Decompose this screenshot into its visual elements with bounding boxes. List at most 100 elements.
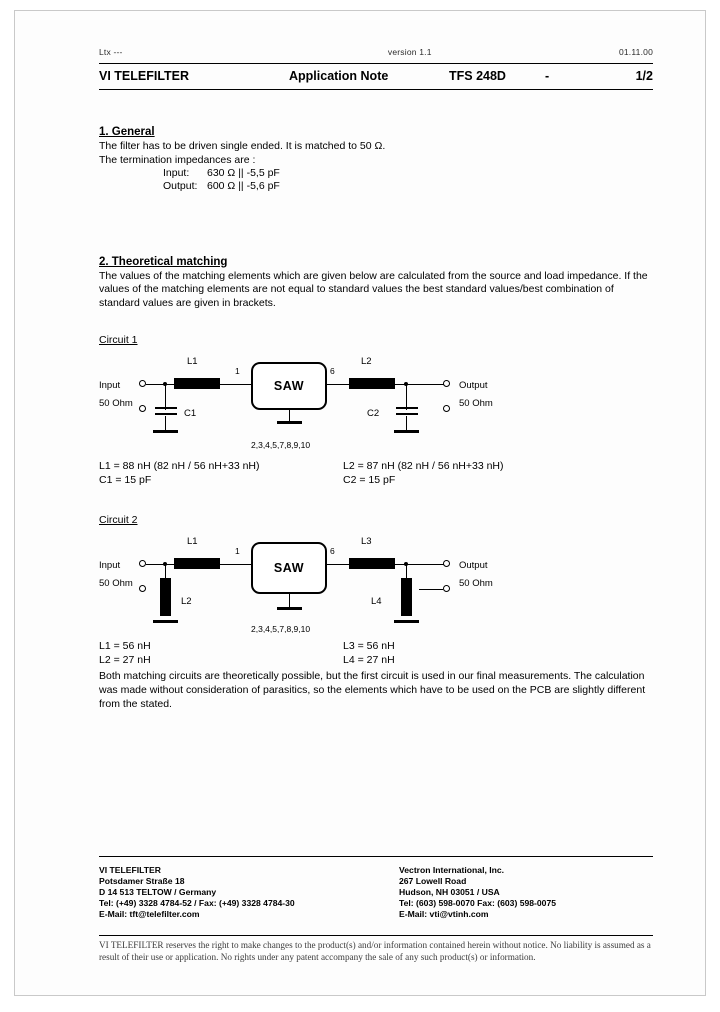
circuit-1-wire-l1-saw	[217, 384, 251, 386]
circuit-2-inductor-l1	[174, 558, 220, 570]
circuit-2-value-l2: L2 = 27 nH	[99, 653, 151, 666]
circuit-2-value-l3: L3 = 56 nH	[343, 640, 395, 653]
header-title-row: VI TELEFILTER Application Note TFS 248D …	[99, 64, 653, 89]
circuit-1-saw-device: SAW	[251, 362, 327, 411]
circuit-1-pin-in: 1	[235, 366, 240, 377]
impedance-value-input: 630 Ω || -5,5 pF	[207, 167, 280, 180]
footer-left-line-1: VI TELEFILTER	[99, 865, 161, 875]
header-page-number: 1/2	[635, 69, 653, 83]
circuit-2-input-terminal-top	[139, 560, 146, 568]
circuit-1-pin-out: 6	[330, 366, 335, 377]
circuit-2-wire-saw-l3	[327, 564, 351, 566]
section-2: 2. Theoretical matching The values of th…	[99, 252, 653, 311]
footer: VI TELEFILTER Potsdamer Straße 18 D 14 5…	[99, 865, 653, 920]
footer-left-line-2: Potsdamer Straße 18	[99, 876, 185, 887]
section-2-paragraph: The values of the matching elements whic…	[99, 269, 648, 309]
disclaimer-divider	[99, 935, 653, 936]
circuit-2-value-l1: L1 = 56 nH	[99, 640, 151, 653]
header-divider-bottom	[99, 89, 653, 90]
footer-left-line-3: D 14 513 TELTOW / Germany	[99, 887, 217, 898]
circuit-1-value-l2: L2 = 87 nH (82 nH / 56 nH+33 nH)	[343, 460, 504, 473]
footer-left-line-4: Tel: (+49) 3328 4784-52 / Fax: (+49) 332…	[99, 898, 295, 909]
circuit-1-input-terminal-bottom	[139, 405, 146, 413]
circuit-1-ground-c1	[153, 430, 178, 434]
document-page: Ltx --- version 1.1 01.11.00 VI TELEFILT…	[0, 0, 720, 1012]
closing-paragraph: Both matching circuits are theoretically…	[99, 670, 646, 710]
circuit-1-c1-plate-top	[155, 407, 177, 410]
section-1: 1. General The filter has to be driven s…	[99, 122, 653, 194]
header-doc-type: Application Note	[289, 69, 389, 83]
circuit-2-values-right: L3 = 56 nH L4 = 27 nH	[343, 640, 395, 667]
circuit-2-title: Circuit 2	[99, 514, 138, 527]
header-date: 01.11.00	[618, 47, 653, 57]
impedance-row-input: Input: 630 Ω || -5,5 pF	[163, 167, 653, 180]
circuit-1-capacitor-c2	[396, 407, 418, 416]
circuit-1-c2-plate-top	[396, 407, 418, 410]
header-dash: -	[545, 69, 550, 83]
circuit-2-inductor-l2	[160, 578, 171, 617]
disclaimer-text: VI TELEFILTER reserves the right to make…	[99, 940, 651, 963]
footer-right-line-1: Vectron International, Inc.	[399, 865, 505, 875]
termination-impedance-list: Input: 630 Ω || -5,5 pF Output: 600 Ω || -…	[99, 167, 653, 193]
circuit-1-values: L1 = 88 nH (82 nH / 56 nH+33 nH) C1 = 15…	[99, 460, 653, 490]
circuit-1-output-impedance: 50 Ohm	[459, 398, 493, 410]
circuit-2-values-left: L1 = 56 nH L2 = 27 nH	[99, 640, 151, 667]
circuit-1-values-right: L2 = 87 nH (82 nH / 56 nH+33 nH) C2 = 15…	[343, 460, 504, 487]
page-sheet: Ltx --- version 1.1 01.11.00 VI TELEFILT…	[14, 10, 706, 996]
footer-left-email[interactable]: E-Mail: tft@telefilter.com	[99, 909, 399, 920]
header-company: VI TELEFILTER	[99, 69, 190, 83]
header-meta-row: Ltx --- version 1.1 01.11.00	[99, 47, 653, 59]
circuit-1-input-impedance: 50 Ohm	[99, 398, 133, 410]
impedance-row-output: Output: 600 Ω || -5,6 pF	[163, 180, 653, 193]
circuit-2-output-label: Output	[459, 560, 488, 572]
circuit-1-ground-c2-bar	[394, 430, 419, 434]
circuit-1-c1-label: C1	[184, 408, 197, 420]
impedance-label-output: Output:	[163, 180, 198, 193]
circuit-2-output-terminal-bottom	[443, 585, 450, 593]
section-1-heading: 1. General	[99, 126, 155, 138]
circuit-1-capacitor-c1	[155, 407, 177, 416]
circuit-1-c2-plate-bottom	[396, 413, 418, 416]
circuit-2-ground-l2-bar	[153, 620, 178, 624]
circuit-2-ground-pins: 2,3,4,5,7,8,9,10	[251, 624, 311, 635]
footer-divider	[99, 856, 653, 857]
circuit-2-ground-l2	[153, 620, 178, 624]
circuit-1-l2-label: L2	[361, 356, 372, 368]
circuit-2-ground-l4	[394, 620, 419, 624]
circuit-2-ground-saw-bar	[277, 607, 302, 611]
circuit-1-wire-output	[392, 384, 446, 386]
circuit-2-l1-label: L1	[187, 536, 198, 548]
header-version: version 1.1	[387, 47, 432, 57]
section-1-impedance-intro: The termination impedances are :	[99, 153, 256, 166]
circuit-1-title: Circuit 1	[99, 334, 138, 347]
circuit-1-value-l1: L1 = 88 nH (82 nH / 56 nH+33 nH)	[99, 460, 260, 473]
circuit-1-inductor-l2	[349, 378, 395, 390]
circuit-2-input-impedance: 50 Ohm	[99, 578, 133, 590]
circuit-2-values: L1 = 56 nH L2 = 27 nH L3 = 56 nH L4 = 27…	[99, 640, 653, 670]
circuit-2-input-terminal-bottom	[139, 585, 146, 593]
footer-right-line-3: Hudson, NH 03051 / USA	[399, 887, 500, 898]
document-content: Ltx --- version 1.1 01.11.00 VI TELEFILT…	[99, 47, 653, 711]
footer-address-vectron: Vectron International, Inc. 267 Lowell R…	[399, 865, 653, 920]
circuit-2-wire-l1-saw	[217, 564, 251, 566]
footer-right-email[interactable]: E-Mail: vti@vtinh.com	[399, 909, 653, 920]
circuit-1-output-terminal-top	[443, 380, 450, 388]
circuit-1-output-label: Output	[459, 380, 488, 392]
circuit-1-input-terminal-top	[139, 380, 146, 388]
circuit-2-l4-label: L4	[371, 596, 382, 608]
circuit-2-value-l4: L4 = 27 nH	[343, 653, 395, 666]
circuit-2-wire-output	[392, 564, 446, 566]
circuit-2-saw-label: SAW	[273, 561, 305, 576]
circuit-1-ground-saw	[277, 421, 302, 425]
circuit-2-wire-output-return	[419, 589, 443, 591]
circuit-2-pin-in: 1	[235, 546, 240, 557]
circuit-2-saw-device: SAW	[251, 542, 327, 595]
circuit-2-diagram: Input 50 Ohm L1 1 L2 SAW 2,3,4,5,7,8,9,1…	[99, 534, 653, 638]
circuit-1-diagram: Input 50 Ohm L1 1 C1 SAW 2,3,4,5,7,8,9,1…	[99, 354, 653, 458]
circuit-2-l3-label: L3	[361, 536, 372, 548]
circuit-1-ground-pins: 2,3,4,5,7,8,9,10	[251, 440, 311, 451]
circuit-2-l2-label: L2	[181, 596, 192, 608]
circuit-1-ground-saw-bar	[277, 421, 302, 425]
header-part-number: TFS 248D	[449, 69, 506, 83]
footer-right-line-2: 267 Lowell Road	[399, 876, 467, 887]
